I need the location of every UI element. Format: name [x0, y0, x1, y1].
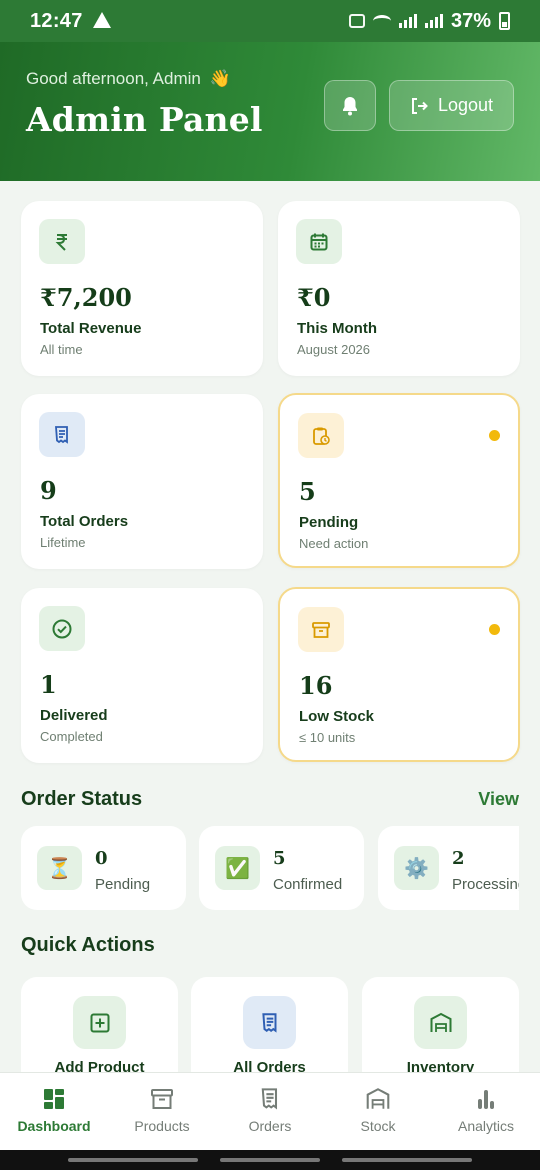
order-status-view-link[interactable]: View	[478, 789, 519, 810]
order-status-title: Order Status	[21, 788, 143, 810]
stat-sublabel: Need action	[299, 536, 369, 551]
lock-icon	[348, 14, 365, 28]
archive-box-icon	[298, 607, 344, 652]
logout-button[interactable]: Logout	[389, 80, 514, 131]
app-header: Good afternoon, Admin 👋 Admin Panel Logo…	[0, 42, 540, 181]
quick-action-all-orders[interactable]: All Orders	[191, 977, 348, 1087]
signal-icon-2	[424, 14, 443, 28]
nav-label: Orders	[248, 1118, 292, 1134]
check-box-icon: ✅	[215, 846, 260, 890]
wave-icon: 👋	[209, 69, 231, 88]
battery-icon	[499, 12, 510, 30]
hourglass-icon: ⏳	[37, 846, 82, 890]
order-status-list[interactable]: ⏳ 0 Pending ✅ 5 Confirmed ⚙️ 2 Processin…	[21, 826, 519, 911]
stat-sublabel: ≤ 10 units	[299, 730, 356, 745]
nav-item-analytics[interactable]: Analytics	[432, 1073, 540, 1150]
stat-label: Pending	[299, 514, 359, 531]
stat-card-pending[interactable]: 5 Pending Need action	[278, 393, 520, 568]
bell-icon	[343, 96, 357, 115]
dashboard-icon	[44, 1089, 64, 1109]
quick-actions-title: Quick Actions	[21, 934, 155, 956]
calendar-icon	[296, 219, 342, 264]
battery-percent: 37%	[450, 9, 491, 32]
stat-value: ₹0	[297, 283, 331, 312]
stat-label: Delivered	[40, 707, 108, 724]
stat-value: 1	[40, 670, 57, 699]
quick-action-add-product[interactable]: Add Product	[21, 977, 178, 1087]
order-status-count: 2	[452, 848, 465, 869]
warehouse-icon	[414, 996, 467, 1049]
nav-label: Products	[134, 1118, 190, 1134]
plus-square-icon	[73, 996, 126, 1049]
stat-card-total-revenue[interactable]: ₹7,200 Total Revenue All time	[21, 201, 263, 376]
box-icon	[151, 1089, 173, 1109]
stat-label: Total Revenue	[40, 320, 142, 337]
logout-icon	[411, 97, 428, 114]
order-status-card-processing[interactable]: ⚙️ 2 Processing	[378, 826, 519, 910]
warehouse-icon	[366, 1088, 390, 1109]
receipt-icon	[243, 996, 296, 1049]
stat-sublabel: Lifetime	[40, 535, 86, 550]
stat-label: This Month	[297, 320, 377, 337]
warning-icon	[92, 12, 111, 28]
order-status-count: 5	[273, 848, 286, 869]
nav-label: Analytics	[457, 1118, 515, 1134]
nav-item-products[interactable]: Products	[108, 1073, 216, 1150]
order-status-card-confirmed[interactable]: ✅ 5 Confirmed	[199, 826, 364, 910]
nav-label: Stock	[360, 1118, 396, 1134]
order-status-label: Processing	[452, 876, 519, 893]
stat-value: 5	[299, 477, 316, 506]
nav-item-orders[interactable]: Orders	[216, 1073, 324, 1150]
signal-icon	[398, 14, 417, 28]
gear-icon: ⚙️	[394, 846, 439, 890]
greeting-label: Good afternoon, Admin	[26, 69, 201, 88]
stat-value: ₹7,200	[40, 283, 132, 312]
order-status-card-pending[interactable]: ⏳ 0 Pending	[21, 826, 186, 910]
receipt-icon	[261, 1088, 278, 1110]
home-handle[interactable]	[220, 1158, 320, 1162]
stat-label: Total Orders	[40, 513, 129, 530]
nav-item-dashboard[interactable]: Dashboard	[0, 1073, 108, 1150]
notifications-button[interactable]	[324, 80, 376, 131]
nav-item-stock[interactable]: Stock	[324, 1073, 432, 1150]
stat-sublabel: Completed	[40, 729, 103, 744]
receipt-icon	[39, 412, 85, 457]
alert-dot	[489, 430, 500, 441]
status-bar: 12:47 37%	[0, 0, 540, 42]
stat-value: 9	[40, 476, 57, 505]
bottom-nav: Dashboard Products Orders Stock Analytic…	[0, 1072, 540, 1150]
stat-sublabel: All time	[40, 342, 83, 357]
order-status-label: Pending	[95, 876, 151, 893]
order-status-label: Confirmed	[273, 876, 343, 893]
wifi-icon	[372, 15, 391, 27]
status-time: 12:47	[30, 9, 83, 32]
nav-label: Dashboard	[17, 1118, 91, 1134]
stat-value: 16	[299, 671, 333, 700]
stat-sublabel: August 2026	[297, 342, 371, 357]
system-gesture-bar	[0, 1150, 540, 1170]
stat-card-delivered[interactable]: 1 Delivered Completed	[21, 588, 263, 763]
quick-action-inventory[interactable]: Inventory	[362, 977, 519, 1087]
logout-label: Logout	[437, 95, 494, 115]
stat-card-this-month[interactable]: ₹0 This Month August 2026	[278, 201, 520, 376]
stat-card-total-orders[interactable]: 9 Total Orders Lifetime	[21, 394, 263, 569]
order-status-count: 0	[95, 848, 108, 869]
recents-handle[interactable]	[68, 1158, 198, 1162]
stat-card-low-stock[interactable]: 16 Low Stock ≤ 10 units	[278, 587, 520, 762]
status-icons: 37%	[348, 9, 510, 33]
page-title: Admin Panel	[26, 100, 263, 139]
rupee-icon	[39, 219, 85, 264]
alert-dot	[489, 624, 500, 635]
bar-chart-icon	[478, 1090, 494, 1109]
clipboard-clock-icon	[298, 413, 344, 458]
back-handle[interactable]	[342, 1158, 472, 1162]
greeting-text: Good afternoon, Admin 👋	[26, 69, 231, 89]
stat-label: Low Stock	[299, 708, 375, 725]
check-circle-icon	[39, 606, 85, 651]
